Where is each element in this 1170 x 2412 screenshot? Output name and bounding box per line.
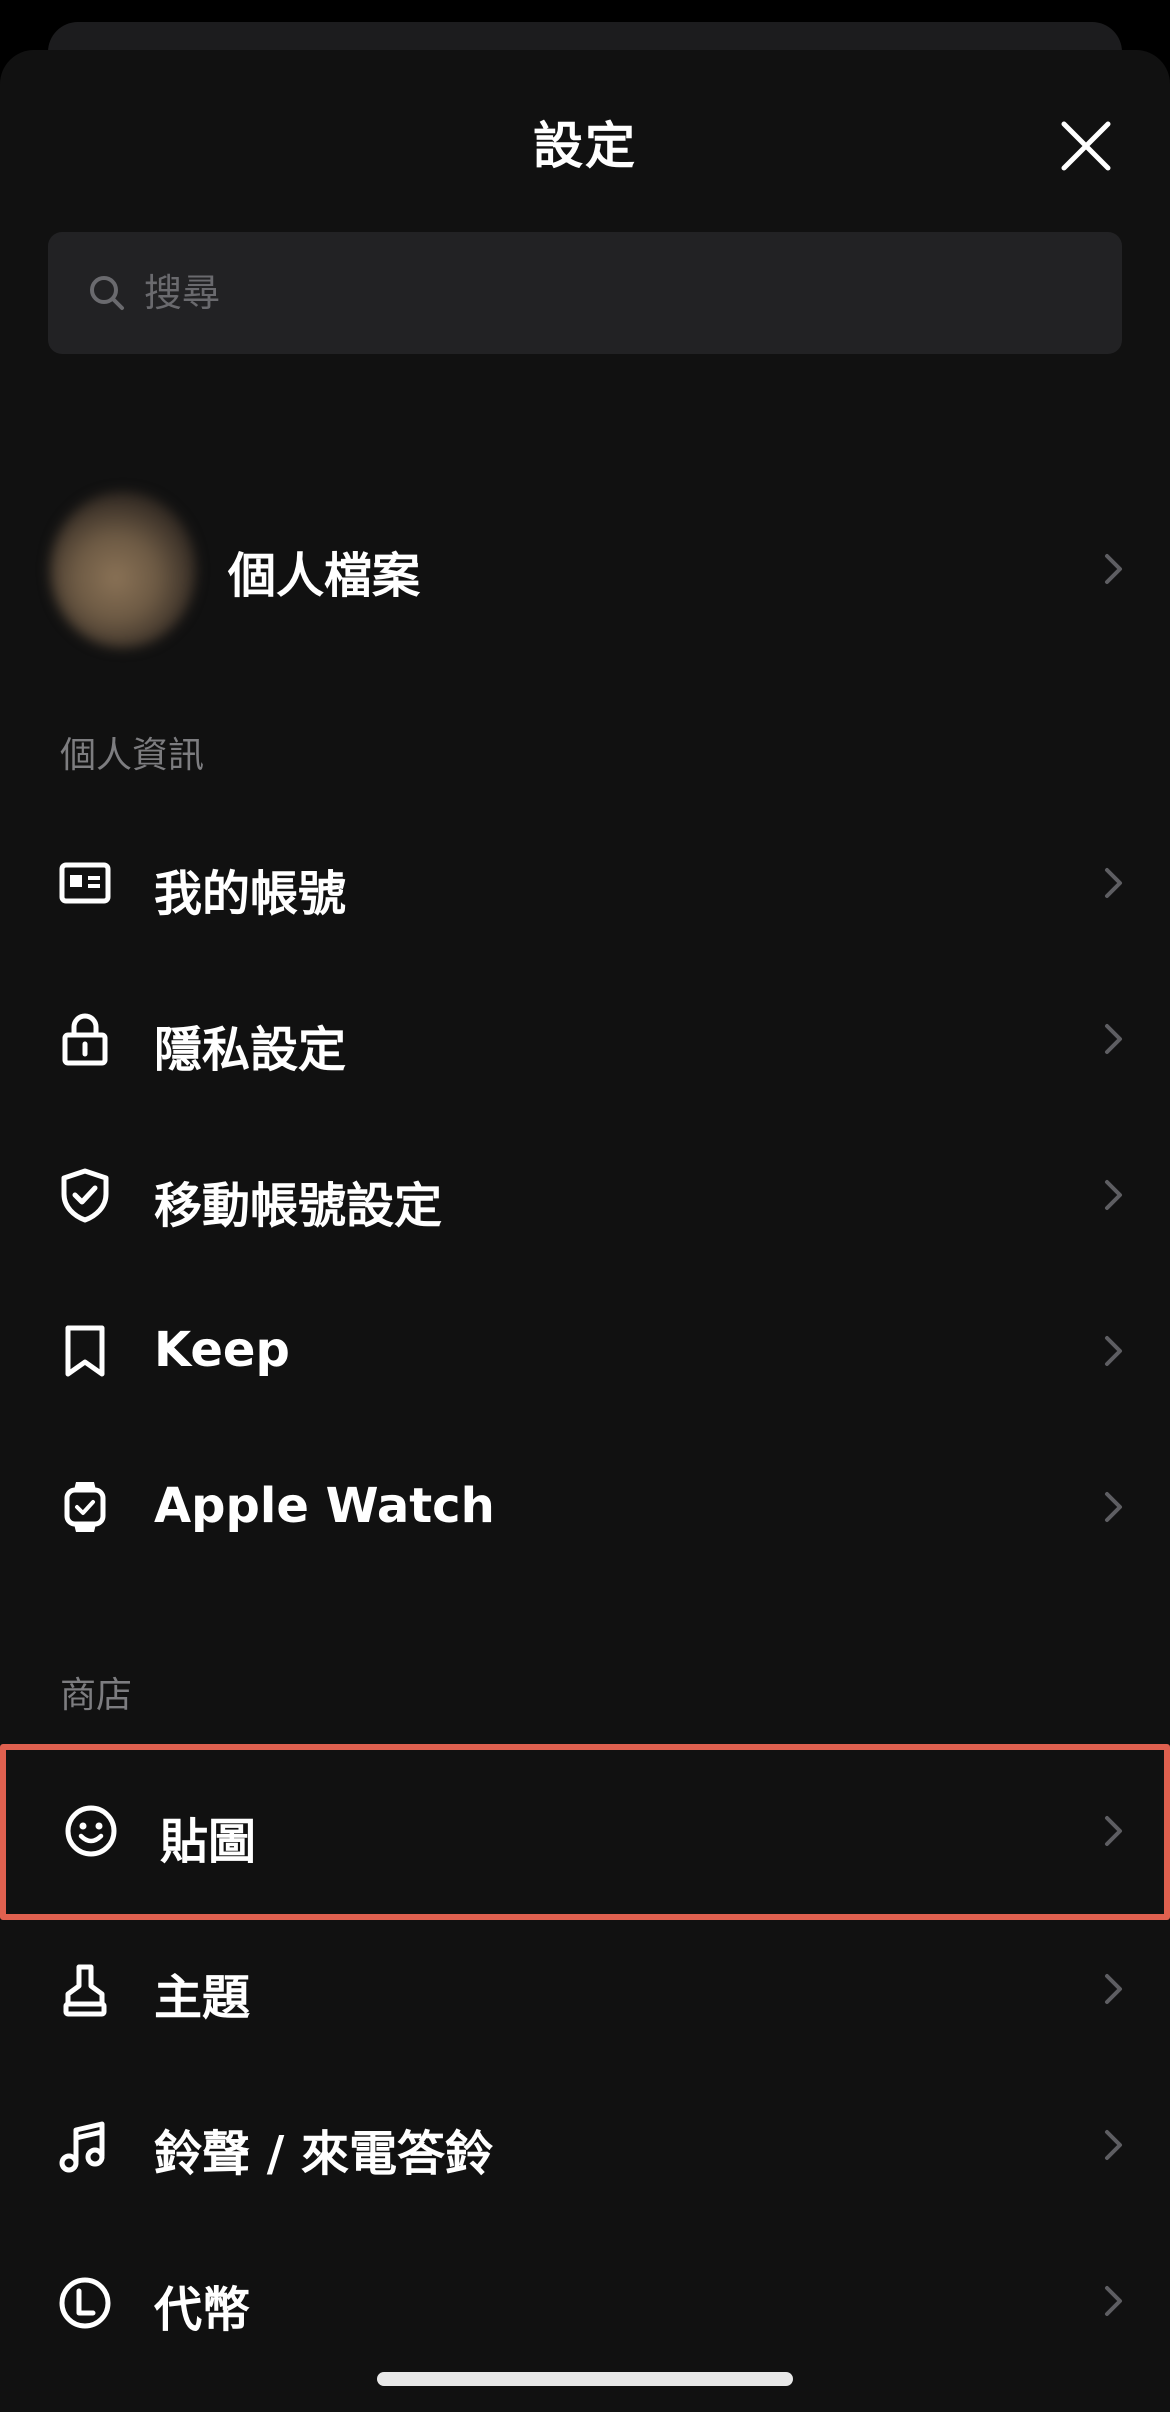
section-title-store: 商店 xyxy=(60,1675,133,1716)
search-input[interactable] xyxy=(144,258,1044,328)
chevron-right-icon xyxy=(1105,868,1122,898)
close-icon xyxy=(1061,121,1111,171)
settings-item-account-transfer[interactable]: 移動帳號設定 xyxy=(0,1116,1170,1272)
chevron-right-icon xyxy=(1105,1816,1122,1846)
settings-item-stickers[interactable]: 貼圖 xyxy=(0,1744,1170,1920)
settings-item-coins[interactable]: 代幣 xyxy=(0,2232,1170,2388)
settings-item-themes[interactable]: 主題 xyxy=(0,1920,1170,2076)
settings-sheet: 設定 個人檔案 個人資訊 我的帳號 xyxy=(0,50,1170,2412)
watch-icon xyxy=(64,1482,106,1532)
close-button[interactable] xyxy=(1050,110,1122,182)
page-title: 設定 xyxy=(533,117,637,175)
settings-item-label: 代幣 xyxy=(154,2282,251,2338)
home-indicator[interactable] xyxy=(377,2372,793,2386)
id-card-icon xyxy=(59,862,111,904)
section-title-personal: 個人資訊 xyxy=(60,735,205,776)
chevron-right-icon xyxy=(1105,1974,1122,2004)
search-icon xyxy=(90,276,124,310)
chevron-right-icon xyxy=(1105,1336,1122,1366)
chevron-right-icon xyxy=(1105,1492,1122,1522)
profile-row[interactable]: 個人檔案 xyxy=(0,470,1170,670)
profile-label: 個人檔案 xyxy=(228,548,421,604)
settings-item-ringtones[interactable]: 鈴聲 / 來電答鈴 xyxy=(0,2076,1170,2232)
header: 設定 xyxy=(0,50,1170,220)
settings-item-apple-watch[interactable]: Apple Watch xyxy=(0,1428,1170,1584)
settings-item-keep[interactable]: Keep xyxy=(0,1272,1170,1428)
chevron-right-icon xyxy=(1105,1180,1122,1210)
smiley-icon xyxy=(65,1805,117,1857)
settings-item-label: 移動帳號設定 xyxy=(154,1178,443,1234)
shield-check-icon xyxy=(61,1168,109,1223)
chevron-right-icon xyxy=(1105,1024,1122,1054)
coin-icon xyxy=(59,2277,111,2329)
chevron-right-icon xyxy=(1105,2286,1122,2316)
settings-item-label: 隱私設定 xyxy=(154,1022,347,1078)
settings-item-label: 我的帳號 xyxy=(154,866,347,922)
settings-item-label: 主題 xyxy=(154,1970,251,2026)
avatar xyxy=(50,492,196,648)
settings-item-my-account[interactable]: 我的帳號 xyxy=(0,804,1170,960)
settings-item-label: 貼圖 xyxy=(160,1814,257,1870)
chevron-right-icon xyxy=(1105,554,1122,584)
chevron-right-icon xyxy=(1105,2130,1122,2160)
lock-icon xyxy=(62,1013,108,1066)
brush-icon xyxy=(63,1964,107,2017)
music-note-icon xyxy=(59,2121,105,2173)
bookmark-icon xyxy=(65,1325,105,1377)
settings-item-label: Keep xyxy=(154,1322,290,1378)
settings-item-privacy[interactable]: 隱私設定 xyxy=(0,960,1170,1116)
settings-item-label: Apple Watch xyxy=(154,1478,495,1534)
search-bar[interactable] xyxy=(48,232,1122,354)
settings-item-label: 鈴聲 / 來電答鈴 xyxy=(154,2126,493,2182)
